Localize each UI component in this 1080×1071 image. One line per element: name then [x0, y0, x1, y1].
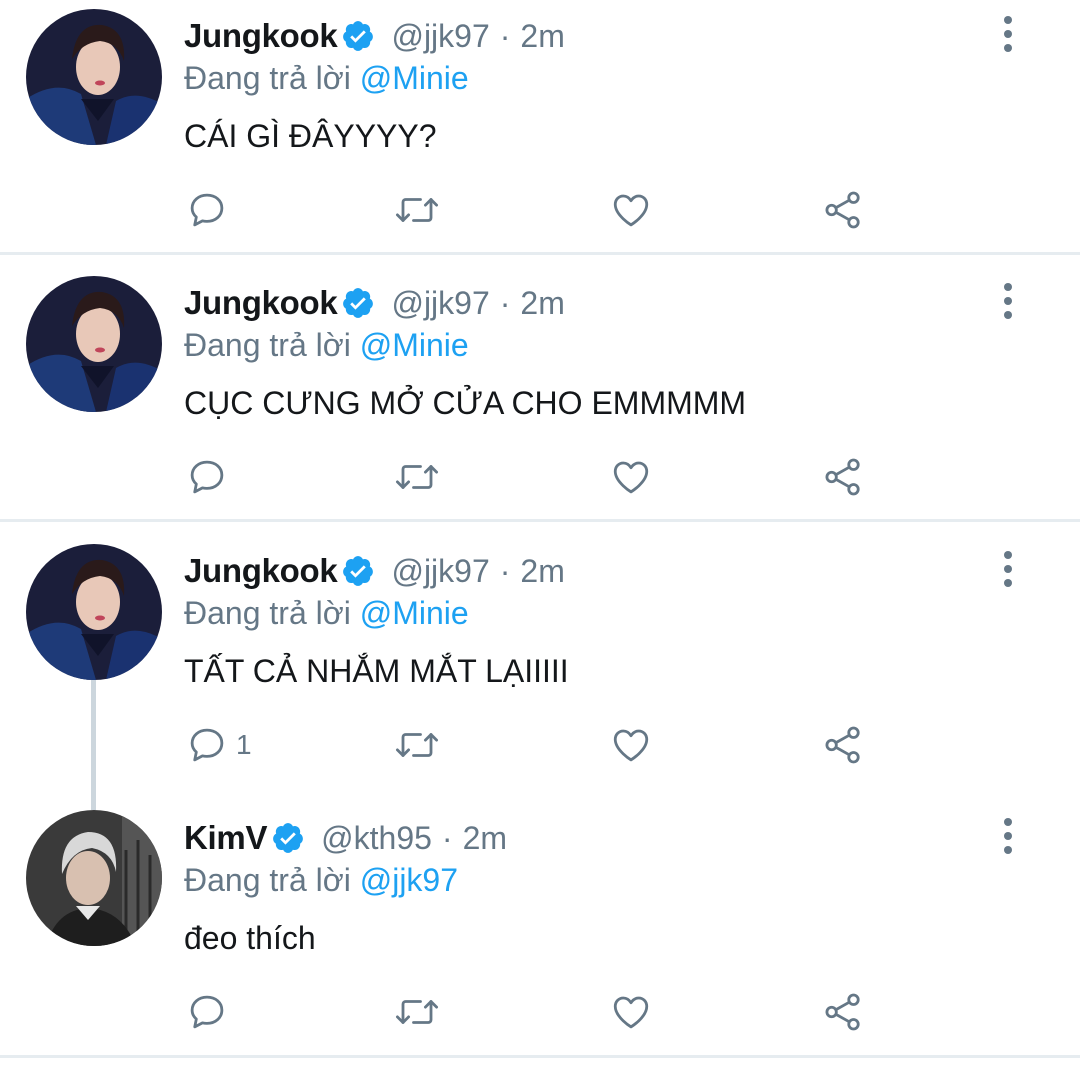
tweet-3[interactable]: Jungkook @jjk97 · 2m Đang trả lời @Minie… [0, 522, 1080, 810]
heart-icon [613, 729, 649, 762]
more-vertical-icon[interactable] [996, 816, 1020, 856]
tweet-divider [0, 1055, 1080, 1058]
heart-icon [613, 461, 649, 494]
tweet-header: Jungkook @jjk97 · 2m [184, 281, 565, 325]
reply-button[interactable] [186, 452, 236, 502]
replying-to-label: Đang trả lời [184, 862, 351, 898]
more-vertical-icon[interactable] [996, 14, 1020, 54]
reply-button[interactable] [186, 987, 236, 1037]
author-handle[interactable]: @jjk97 [391, 285, 489, 322]
author-name[interactable]: Jungkook [184, 284, 338, 322]
reply-count: 1 [236, 729, 252, 760]
verified-badge-icon [273, 823, 304, 853]
heart-icon [613, 996, 649, 1029]
author-handle[interactable]: @jjk97 [391, 18, 489, 55]
replying-to-label: Đang trả lời [184, 60, 351, 96]
timestamp[interactable]: 2m [463, 820, 507, 857]
like-button[interactable] [610, 720, 652, 770]
timestamp[interactable]: 2m [520, 553, 564, 590]
like-button[interactable] [610, 185, 652, 235]
author-name[interactable]: Jungkook [184, 552, 338, 590]
replying-to-label: Đang trả lời [184, 595, 351, 631]
reply-button[interactable]: 1 [186, 720, 252, 770]
retweet-button[interactable] [394, 720, 440, 770]
separator: · [499, 17, 511, 54]
reply-button[interactable] [186, 185, 236, 235]
share-icon [825, 191, 860, 229]
replying-to: Đang trả lời @Minie [184, 56, 469, 100]
author-name[interactable]: Jungkook [184, 17, 338, 55]
more-vertical-icon[interactable] [996, 549, 1020, 589]
share-icon [825, 726, 860, 764]
timestamp[interactable]: 2m [520, 285, 564, 322]
tweet-1[interactable]: Jungkook @jjk97 · 2m Đang trả lời @Minie… [0, 0, 1080, 252]
retweet-icon [396, 465, 438, 489]
avatar[interactable] [26, 276, 162, 412]
share-icon [825, 993, 860, 1031]
replying-to-mention[interactable]: @Minie [360, 595, 469, 631]
avatar[interactable] [26, 544, 162, 680]
more-vertical-icon[interactable] [996, 281, 1020, 321]
verified-badge-icon [343, 556, 374, 586]
like-button[interactable] [610, 987, 652, 1037]
retweet-icon [396, 733, 438, 757]
thread-connector [91, 680, 96, 810]
avatar[interactable] [26, 810, 162, 946]
tweet-text: CỤC CƯNG MỞ CỬA CHO EMMMMM [184, 385, 747, 421]
timestamp[interactable]: 2m [520, 18, 564, 55]
retweet-icon [396, 1000, 438, 1024]
retweet-button[interactable] [394, 452, 440, 502]
share-button[interactable] [822, 185, 864, 235]
share-button[interactable] [822, 987, 864, 1037]
like-button[interactable] [610, 452, 652, 502]
retweet-icon [396, 198, 438, 222]
tweet-text: đeo thích [184, 920, 316, 956]
avatar[interactable] [26, 9, 162, 145]
replying-to: Đang trả lời @Minie [184, 323, 469, 367]
replying-to-mention[interactable]: @Minie [360, 327, 469, 363]
reply-icon [190, 460, 224, 494]
tweet-text: TẤT CẢ NHẮM MẮT LẠIIIII [184, 653, 569, 689]
author-handle[interactable]: @jjk97 [391, 553, 489, 590]
tweet-text: CÁI GÌ ĐÂYYYY? [184, 118, 437, 154]
reply-icon [190, 728, 224, 762]
author-name[interactable]: KimV [184, 819, 267, 857]
separator: · [499, 284, 511, 321]
tweet-header: Jungkook @jjk97 · 2m [184, 14, 565, 58]
separator: · [499, 552, 511, 589]
author-handle[interactable]: @kth95 [321, 820, 432, 857]
tweet-4[interactable]: KimV @kth95 · 2m Đang trả lời @jjk97 đeo… [0, 800, 1080, 1055]
replying-to-mention[interactable]: @jjk97 [360, 862, 458, 898]
retweet-button[interactable] [394, 185, 440, 235]
share-button[interactable] [822, 452, 864, 502]
tweet-header: KimV @kth95 · 2m [184, 816, 507, 860]
separator: · [441, 819, 453, 856]
tweet-header: Jungkook @jjk97 · 2m [184, 549, 565, 593]
replying-to-mention[interactable]: @Minie [360, 60, 469, 96]
verified-badge-icon [343, 288, 374, 318]
retweet-button[interactable] [394, 987, 440, 1037]
replying-to: Đang trả lời @jjk97 [184, 858, 458, 902]
verified-badge-icon [343, 21, 374, 51]
reply-icon [190, 995, 224, 1029]
heart-icon [613, 194, 649, 227]
reply-icon [190, 193, 224, 227]
replying-to: Đang trả lời @Minie [184, 591, 469, 635]
share-icon [825, 458, 860, 496]
tweet-2[interactable]: Jungkook @jjk97 · 2m Đang trả lời @Minie… [0, 255, 1080, 519]
replying-to-label: Đang trả lời [184, 327, 351, 363]
share-button[interactable] [822, 720, 864, 770]
